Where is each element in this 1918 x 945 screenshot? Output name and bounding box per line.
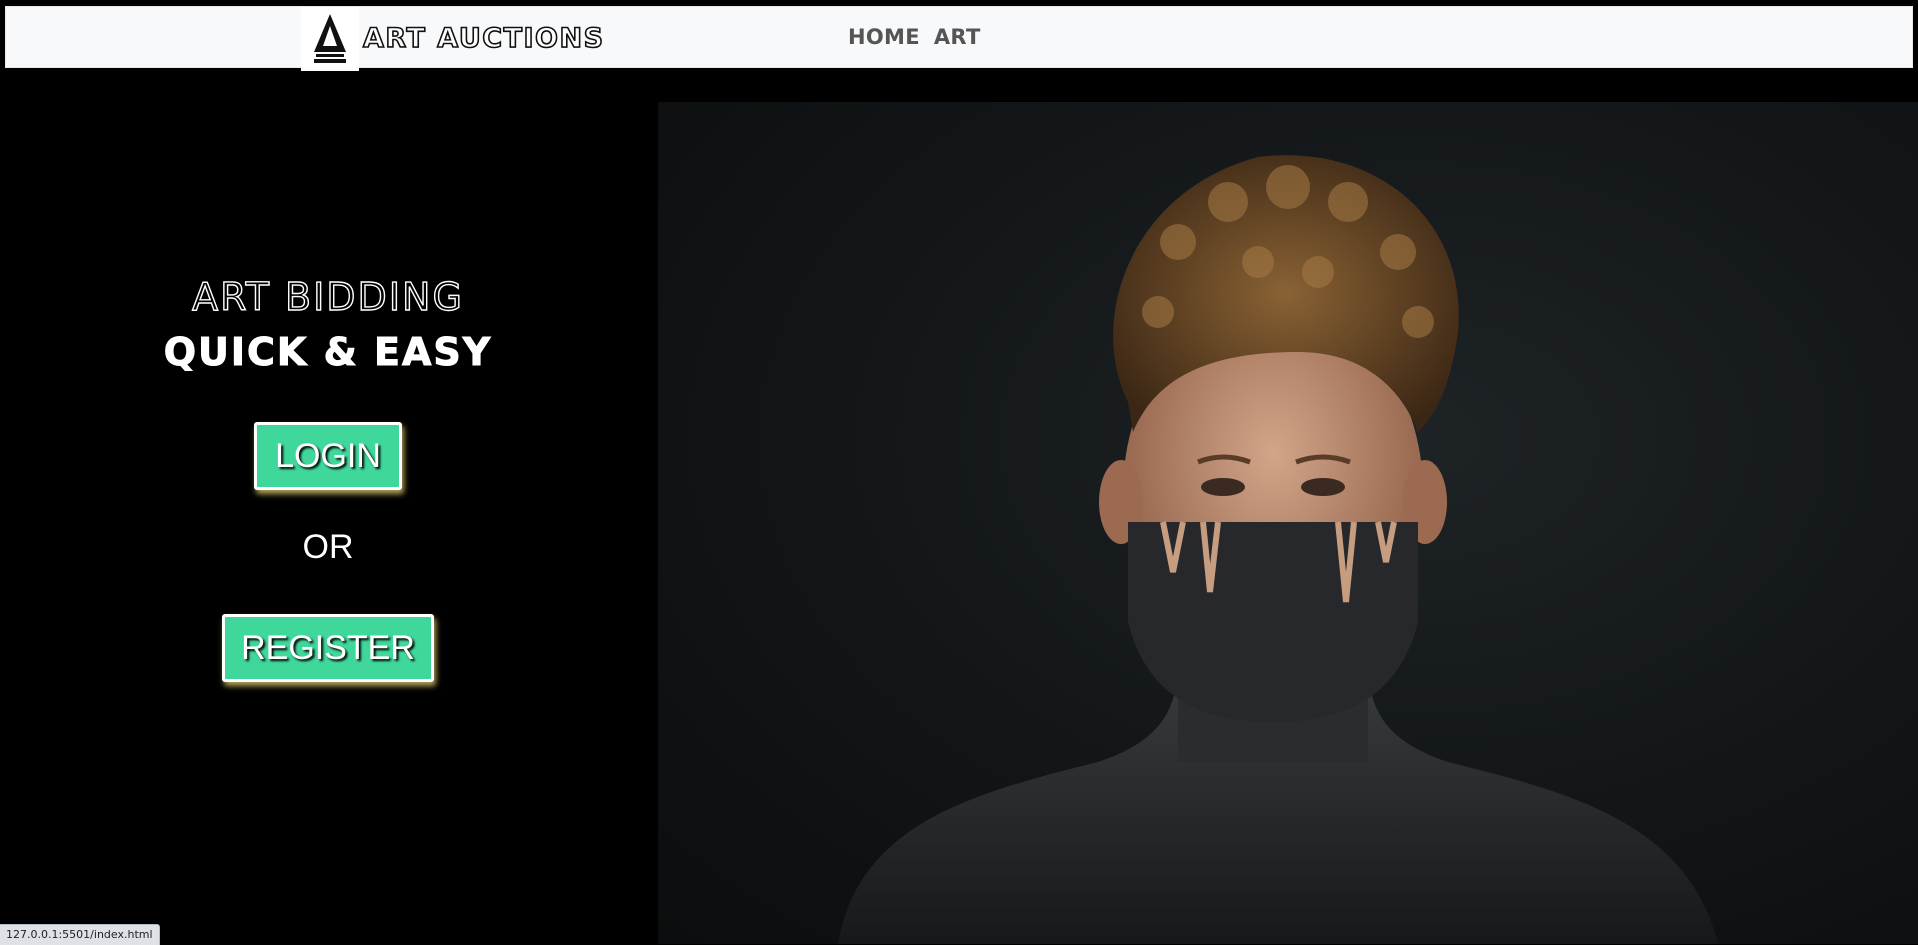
register-button[interactable]: REGISTER [222, 614, 434, 682]
headline-art-bidding: ART BIDDING [191, 274, 464, 319]
nav-link-art[interactable]: ART [934, 25, 981, 49]
hero-portrait-image [658, 102, 1918, 944]
brand-name: ART AUCTIONS [362, 22, 605, 55]
or-separator: OR [302, 528, 354, 566]
login-button[interactable]: LOGIN [254, 422, 402, 490]
navbar: ART AUCTIONS HOME ART [5, 6, 1913, 71]
nav-link-home[interactable]: HOME [848, 25, 920, 49]
nav-links: HOME ART [848, 25, 981, 49]
hero-panel: ART BIDDING QUICK & EASY [0, 70, 658, 944]
logo-icon [301, 7, 359, 71]
brand[interactable]: ART AUCTIONS [301, 7, 605, 71]
headline-quick-easy: QUICK & EASY [163, 330, 493, 375]
status-bar-url: 127.0.0.1:5501/index.html [0, 924, 160, 945]
